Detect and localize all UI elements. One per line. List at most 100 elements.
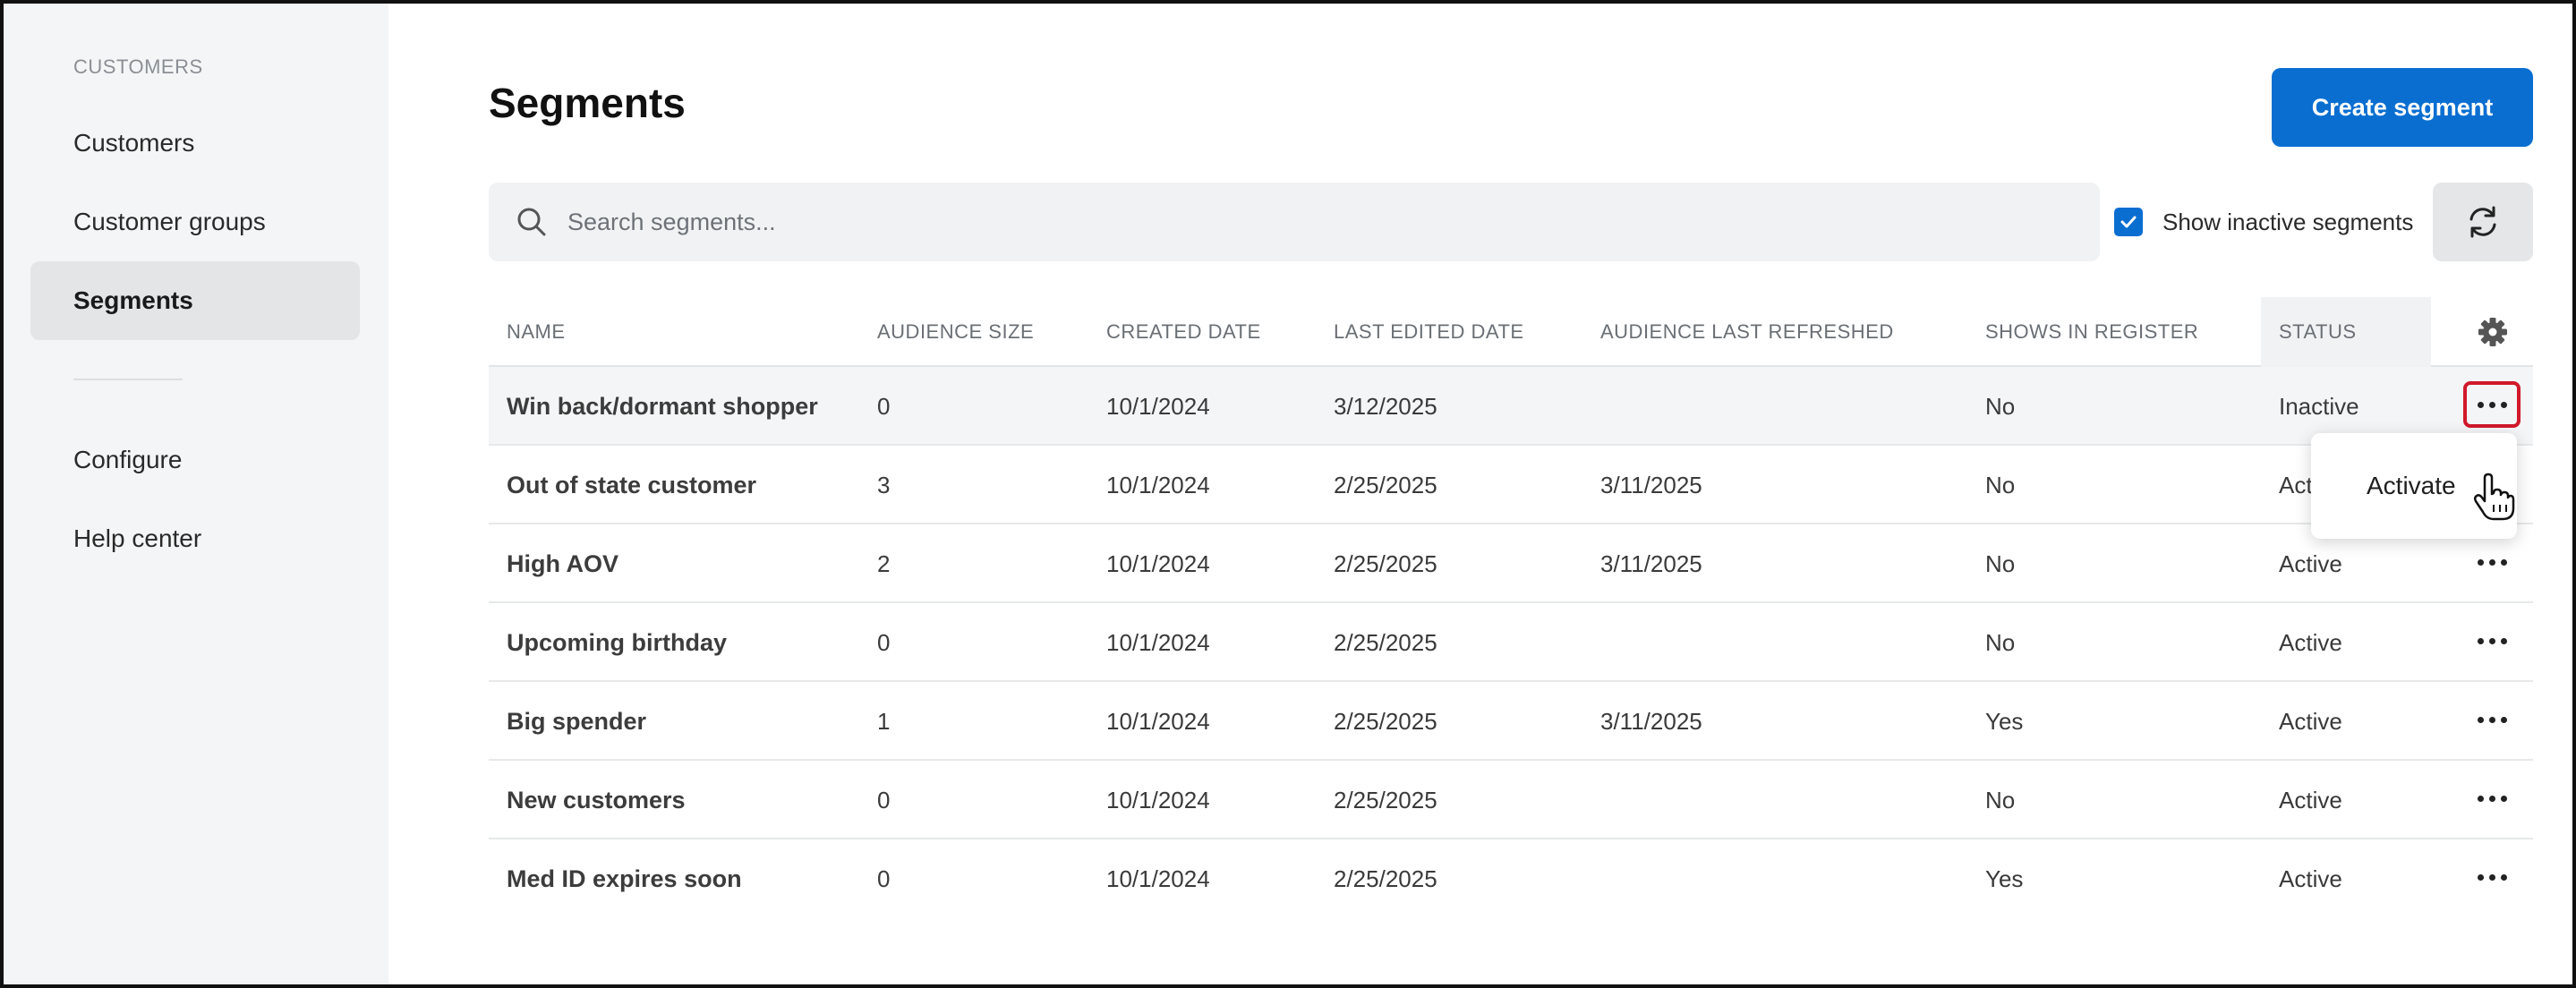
sidebar-section-label: CUSTOMERS bbox=[73, 55, 203, 79]
dot bbox=[2489, 874, 2495, 881]
last-edited-date: 2/25/2025 bbox=[1334, 603, 1437, 682]
audience-size: 0 bbox=[877, 603, 890, 682]
created-date: 10/1/2024 bbox=[1106, 524, 1210, 603]
dot bbox=[2478, 717, 2484, 723]
status-text: Active bbox=[2279, 839, 2342, 918]
column-header-name[interactable]: NAME bbox=[507, 297, 566, 367]
row-actions-menu: Activate bbox=[2311, 433, 2517, 539]
sidebar-divider bbox=[73, 379, 183, 380]
last-edited-date: 2/25/2025 bbox=[1334, 761, 1437, 839]
row-actions-button[interactable] bbox=[2463, 381, 2521, 428]
last-edited-date: 2/25/2025 bbox=[1334, 839, 1437, 918]
column-header-status[interactable]: STATUS bbox=[2279, 297, 2357, 367]
sidebar: CUSTOMERS Customers Customer groups Segm… bbox=[4, 4, 388, 984]
row-actions-button[interactable] bbox=[2463, 775, 2521, 822]
column-settings-button[interactable] bbox=[2476, 297, 2510, 367]
dot bbox=[2489, 402, 2495, 408]
segment-name[interactable]: Upcoming birthday bbox=[507, 603, 727, 682]
created-date: 10/1/2024 bbox=[1106, 446, 1210, 524]
dot bbox=[2489, 559, 2495, 566]
created-date: 10/1/2024 bbox=[1106, 761, 1210, 839]
table-row[interactable]: Upcoming birthday 0 10/1/2024 2/25/2025 … bbox=[489, 603, 2533, 682]
refresh-button[interactable] bbox=[2433, 183, 2533, 261]
column-header-created-date[interactable]: CREATED DATE bbox=[1106, 297, 1261, 367]
shows-in-register: Yes bbox=[1985, 839, 2023, 918]
segment-name[interactable]: Big spender bbox=[507, 682, 646, 761]
dot bbox=[2501, 874, 2507, 881]
dot bbox=[2501, 402, 2507, 408]
segments-table: NAME AUDIENCE SIZE CREATED DATE LAST EDI… bbox=[489, 297, 2533, 918]
created-date: 10/1/2024 bbox=[1106, 367, 1210, 446]
segment-name[interactable]: High AOV bbox=[507, 524, 618, 603]
audience-size: 3 bbox=[877, 446, 890, 524]
dot bbox=[2478, 796, 2484, 802]
segment-name[interactable]: New customers bbox=[507, 761, 686, 839]
segment-name[interactable]: Med ID expires soon bbox=[507, 839, 742, 918]
table-row[interactable]: New customers 0 10/1/2024 2/25/2025 No A… bbox=[489, 761, 2533, 839]
audience-last-refreshed: 3/11/2025 bbox=[1600, 524, 1702, 603]
audience-size: 1 bbox=[877, 682, 890, 761]
refresh-icon bbox=[2463, 202, 2503, 242]
row-actions-button[interactable] bbox=[2463, 539, 2521, 585]
table-row[interactable]: Out of state customer 3 10/1/2024 2/25/2… bbox=[489, 446, 2533, 524]
checkmark-icon bbox=[2119, 212, 2138, 232]
dot bbox=[2501, 796, 2507, 802]
dot bbox=[2478, 874, 2484, 881]
row-actions-button[interactable] bbox=[2463, 696, 2521, 743]
shows-in-register: No bbox=[1985, 367, 2015, 446]
row-actions-button[interactable] bbox=[2463, 618, 2521, 664]
sidebar-item-customer-groups[interactable]: Customer groups bbox=[30, 183, 360, 261]
dot bbox=[2489, 638, 2495, 644]
table-header: NAME AUDIENCE SIZE CREATED DATE LAST EDI… bbox=[489, 297, 2533, 367]
last-edited-date: 2/25/2025 bbox=[1334, 446, 1437, 524]
show-inactive-label: Show inactive segments bbox=[2162, 209, 2413, 236]
show-inactive-checkbox[interactable] bbox=[2114, 208, 2143, 236]
last-edited-date: 2/25/2025 bbox=[1334, 524, 1437, 603]
audience-size: 0 bbox=[877, 761, 890, 839]
dot bbox=[2489, 796, 2495, 802]
segment-name[interactable]: Out of state customer bbox=[507, 446, 756, 524]
sidebar-item-customers[interactable]: Customers bbox=[30, 104, 360, 183]
column-header-audience-size[interactable]: AUDIENCE SIZE bbox=[877, 297, 1034, 367]
table-row[interactable]: High AOV 2 10/1/2024 2/25/2025 3/11/2025… bbox=[489, 524, 2533, 603]
created-date: 10/1/2024 bbox=[1106, 839, 1210, 918]
search-input[interactable] bbox=[567, 209, 2100, 236]
audience-last-refreshed: 3/11/2025 bbox=[1600, 682, 1702, 761]
table-row[interactable]: Big spender 1 10/1/2024 2/25/2025 3/11/2… bbox=[489, 682, 2533, 761]
column-header-last-edited-date[interactable]: LAST EDITED DATE bbox=[1334, 297, 1524, 367]
segment-name[interactable]: Win back/dormant shopper bbox=[507, 367, 818, 446]
dot bbox=[2489, 717, 2495, 723]
table-row[interactable]: Win back/dormant shopper 0 10/1/2024 3/1… bbox=[489, 367, 2533, 446]
status-text: Active bbox=[2279, 761, 2342, 839]
activate-menu-item[interactable]: Activate bbox=[2320, 442, 2508, 530]
column-header-shows-in-register[interactable]: SHOWS IN REGISTER bbox=[1985, 297, 2198, 367]
dot bbox=[2478, 402, 2484, 408]
show-inactive-toggle[interactable]: Show inactive segments bbox=[2114, 208, 2413, 236]
page-title: Segments bbox=[489, 79, 686, 127]
audience-size: 0 bbox=[877, 839, 890, 918]
audience-last-refreshed: 3/11/2025 bbox=[1600, 446, 1702, 524]
gear-icon bbox=[2476, 315, 2510, 349]
status-text: Active bbox=[2279, 682, 2342, 761]
dot bbox=[2501, 638, 2507, 644]
dot bbox=[2501, 717, 2507, 723]
column-header-audience-last-refreshed[interactable]: AUDIENCE LAST REFRESHED bbox=[1600, 297, 1894, 367]
created-date: 10/1/2024 bbox=[1106, 603, 1210, 682]
row-actions-button[interactable] bbox=[2463, 854, 2521, 900]
table-row[interactable]: Med ID expires soon 0 10/1/2024 2/25/202… bbox=[489, 839, 2533, 918]
sidebar-item-configure[interactable]: Configure bbox=[30, 421, 360, 499]
shows-in-register: No bbox=[1985, 446, 2015, 524]
last-edited-date: 2/25/2025 bbox=[1334, 682, 1437, 761]
audience-size: 0 bbox=[877, 367, 890, 446]
shows-in-register: No bbox=[1985, 524, 2015, 603]
created-date: 10/1/2024 bbox=[1106, 682, 1210, 761]
sidebar-item-segments[interactable]: Segments bbox=[30, 261, 360, 340]
sidebar-item-help-center[interactable]: Help center bbox=[30, 499, 360, 578]
create-segment-button[interactable]: Create segment bbox=[2272, 68, 2533, 147]
dot bbox=[2478, 638, 2484, 644]
audience-size: 2 bbox=[877, 524, 890, 603]
shows-in-register: No bbox=[1985, 603, 2015, 682]
app-window: CUSTOMERS Customers Customer groups Segm… bbox=[0, 0, 2576, 988]
dot bbox=[2501, 559, 2507, 566]
status-text: Active bbox=[2279, 603, 2342, 682]
